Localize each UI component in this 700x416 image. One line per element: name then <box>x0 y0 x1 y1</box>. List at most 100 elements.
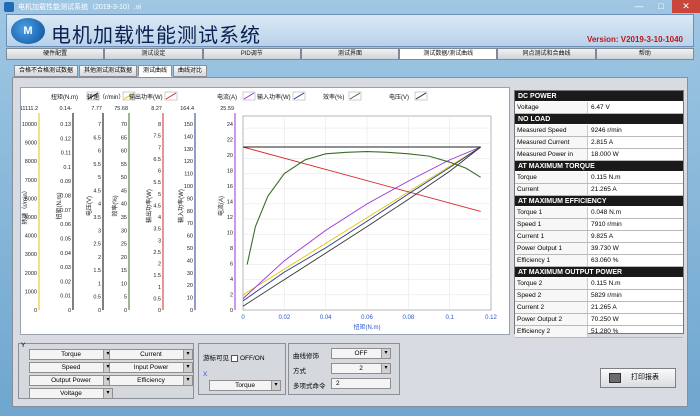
y-select-voltage[interactable]: Voltage ▾ <box>29 388 113 399</box>
x-tick-label: 0.12 <box>485 315 497 321</box>
axis-tick-label: 0.04 <box>60 251 71 257</box>
axis-tick-label: 2 <box>158 262 161 268</box>
info-row: Torque 1 0.048 N.m <box>515 207 683 219</box>
y-select-speed[interactable]: Speed ▾ <box>29 362 113 373</box>
info-value: 18.000 W <box>591 151 619 158</box>
x-axis-select-label: Torque <box>235 382 255 389</box>
info-section-header: DC POWER <box>515 91 683 102</box>
axis-max-label: 11111.2 <box>21 106 38 112</box>
close-button[interactable]: ✕ <box>672 0 700 13</box>
axis-max-label: 164.4 <box>180 106 194 112</box>
maximize-button[interactable]: □ <box>650 0 672 13</box>
axis-tick-label: 2 <box>98 255 101 261</box>
tab-test-data-curves[interactable]: 测试数据/测试曲线 <box>399 48 498 60</box>
axis-tick-label: 8 <box>158 122 161 128</box>
info-label: Efficiency 2 <box>515 326 588 337</box>
method-select[interactable]: 2 ▾ <box>331 363 391 374</box>
axis-tick-label: 50 <box>187 246 193 252</box>
axis-tick-label: 20 <box>121 255 127 261</box>
axis-tick-label: 70 <box>121 122 127 128</box>
axis-title: 效率(%) <box>111 195 119 216</box>
dropdown-arrow-icon[interactable]: ▾ <box>183 363 192 372</box>
dropdown-arrow-icon[interactable]: ▾ <box>183 350 192 359</box>
y-select-efficiency[interactable]: Efficiency ▾ <box>109 375 193 386</box>
title-bar: 电机加载性能测试系统（2019-3-10）.vi — □ ✕ <box>0 0 700 14</box>
info-section-header: AT MAXIMUM EFFICIENCY <box>515 196 683 207</box>
poly-order-input[interactable]: 2 <box>331 378 391 389</box>
tab-same-point-curves[interactable]: 同点测试和合曲线 <box>497 48 596 60</box>
legend-label: 输入功率(W) <box>257 93 291 101</box>
info-row: Current 2 21.265 A <box>515 302 683 314</box>
y-select-voltage-label: Voltage <box>60 390 82 397</box>
axis-title: 电压(V) <box>85 196 93 216</box>
dropdown-arrow-icon[interactable]: ▾ <box>183 376 192 385</box>
info-row: Power Output 2 70.250 W <box>515 314 683 326</box>
axis-tick-label: 0 <box>34 308 37 314</box>
tab-test-settings[interactable]: 测试设定 <box>104 48 203 60</box>
print-report-button[interactable]: 打印报表 <box>600 368 676 388</box>
tab-pid-tuning[interactable]: PID调节 <box>202 48 301 60</box>
axis-tick-label: 0 <box>98 308 101 314</box>
axis-tick-label: 60 <box>121 149 127 155</box>
axis-tick-label: 0 <box>230 308 233 314</box>
x-tick-label: 0.1 <box>445 315 454 321</box>
axis-tick-label: 1.5 <box>93 268 101 274</box>
info-label: Measured Power in <box>515 149 588 160</box>
x-tick-label: 0 <box>241 315 245 321</box>
x-tick-label: 0.04 <box>320 315 332 321</box>
axis-tick-label: 4.5 <box>93 188 101 194</box>
info-row: Current 21.265 A <box>515 184 683 196</box>
axis-tick-label: 2000 <box>25 271 37 277</box>
axis-max-label: 0.14- <box>59 106 72 112</box>
curve-fit-group: 曲线修饰 OFF ▾ 方式 2 ▾ 多项式命令 2 <box>288 343 400 395</box>
info-row: Torque 2 0.115 N.m <box>515 278 683 290</box>
axis-tick-label: 2.5 <box>153 250 161 256</box>
curve-fit-label: 曲线修饰 <box>293 353 319 360</box>
y-select-efficiency-label: Efficiency <box>137 377 165 384</box>
cursor-visible-checkbox[interactable] <box>231 354 238 362</box>
sub-tabs: 合格不合格测试数据 其他测试测试数据 测试曲线 曲线对比 <box>14 65 208 77</box>
x-axis-select[interactable]: Torque ▾ <box>209 380 281 391</box>
axis-tick-label: 30 <box>121 228 127 234</box>
tab-hardware-config[interactable]: 硬件配置 <box>6 48 105 60</box>
dropdown-arrow-icon[interactable]: ▾ <box>381 364 390 373</box>
curve-fit-select[interactable]: OFF ▾ <box>331 348 391 359</box>
axis-tick-label: 4000 <box>25 234 37 240</box>
tab-help[interactable]: 帮助 <box>595 48 694 60</box>
performance-chart[interactable]: 0 0.02 0.04 0.06 0.08 0.1 0.12扭矩(N.m)11111.210… <box>21 88 509 334</box>
info-value: 0.115 N.m <box>591 280 621 287</box>
axis-tick-label: 22 <box>227 138 233 144</box>
axis-tick-label: 0.01 <box>60 294 71 300</box>
axis-tick-label: 20 <box>187 283 193 289</box>
info-row: Measured Power in 18.000 W <box>515 149 683 161</box>
axis-tick-label: 0.02 <box>60 279 71 285</box>
info-row: Power Output 1 39.730 W <box>515 243 683 255</box>
tab-test-interface[interactable]: 测试界面 <box>300 48 400 60</box>
minimize-button[interactable]: — <box>628 0 650 13</box>
axis-tick-label: 14 <box>227 200 233 206</box>
info-label: Current 1 <box>515 231 588 242</box>
dropdown-arrow-icon[interactable]: ▾ <box>271 381 280 390</box>
axis-tick-label: 10 <box>227 231 233 237</box>
y-select-output-power[interactable]: Output Power ▾ <box>29 375 113 386</box>
y-select-input-power[interactable]: Input Power ▾ <box>109 362 193 373</box>
info-value: 21.265 A <box>591 186 617 193</box>
info-value: 63.060 % <box>591 257 619 264</box>
dropdown-arrow-icon[interactable]: ▾ <box>103 389 112 398</box>
axis-tick-label: 130 <box>184 147 193 153</box>
poly-order-value: 2 <box>336 380 340 387</box>
y-select-current[interactable]: Current ▾ <box>109 349 193 360</box>
cursor-visible-state: OFF/ON <box>240 355 265 362</box>
chart-area[interactable]: 0 0.02 0.04 0.06 0.08 0.1 0.12 扭矩(N.m) 11111.2 10… <box>20 87 510 335</box>
subtab-test-curves[interactable]: 测试曲线 <box>138 65 173 77</box>
axis-tick-label: 4 <box>98 202 101 208</box>
subtab-curve-compare[interactable]: 曲线对比 <box>173 65 208 77</box>
axis-tick-label: 3.5 <box>153 227 161 233</box>
axis-tick-label: 15 <box>121 268 127 274</box>
y-select-torque[interactable]: Torque ▾ <box>29 349 113 360</box>
subtab-other-test-data[interactable]: 其他测试测试数据 <box>79 65 138 77</box>
subtab-pass-fail-data[interactable]: 合格不合格测试数据 <box>14 65 79 77</box>
axis-tick-label: 5 <box>98 175 101 181</box>
dropdown-arrow-icon[interactable]: ▾ <box>381 349 390 358</box>
axis-tick-label: 3 <box>98 228 101 234</box>
